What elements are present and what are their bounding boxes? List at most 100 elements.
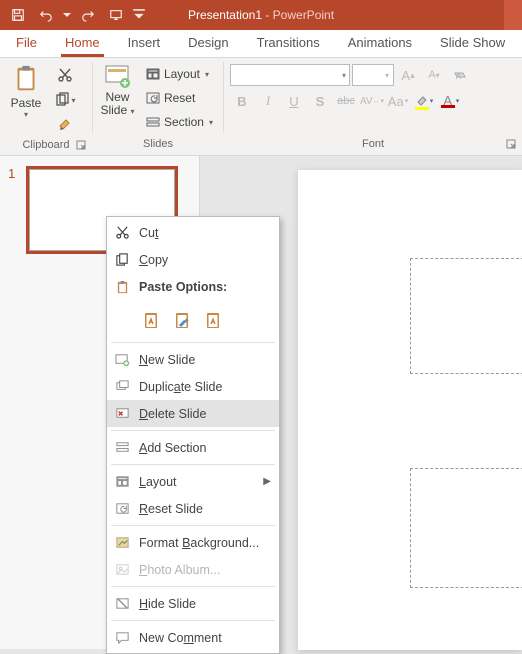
format-painter-icon [57,117,73,133]
menu-format-background[interactable]: Format Background... [107,529,279,556]
clear-formatting-button[interactable]: A [448,64,472,86]
tab-transitions[interactable]: Transitions [243,29,334,57]
ribbon-tabs: File Home Insert Design Transitions Anim… [0,30,522,58]
photo-album-icon [113,561,131,579]
menu-delete-slide[interactable]: Delete Slide [107,400,279,427]
slide-canvas[interactable] [298,170,522,650]
font-highlight-button[interactable]: ▾ [412,90,436,112]
document-name: Presentation1 [188,8,262,22]
clipboard-picture-icon [204,311,224,331]
bold-button[interactable]: B [230,90,254,112]
paste-picture[interactable] [201,308,227,334]
group-clipboard: Paste ▾ ▾ Clipboard [0,58,92,155]
font-color-button[interactable]: A▾ [438,90,462,112]
font-name-combo[interactable]: ▾ [230,64,350,86]
group-slides: NewSlide ▾ Layout▾ Reset Section▾ Slides [93,58,223,155]
hide-slide-icon [113,595,131,613]
menu-cut[interactable]: Cut [107,219,279,246]
section-button[interactable]: Section▾ [142,111,217,133]
tab-design[interactable]: Design [174,29,242,57]
font-size-combo[interactable]: ▾ [352,64,394,86]
reset-icon [113,500,131,518]
new-slide-icon [103,62,131,90]
strikethrough-button[interactable]: abc [334,90,358,112]
ribbon: Paste ▾ ▾ Clipboard NewSlide ▾ Layout▾ R… [0,58,522,156]
menu-new-comment[interactable]: New Comment [107,624,279,651]
tab-slideshow[interactable]: Slide Show [426,29,519,57]
menu-layout[interactable]: Layout ▶ [107,468,279,495]
layout-icon [113,473,131,491]
copy-icon [54,92,70,108]
highlight-icon [415,93,429,107]
undo-icon[interactable] [34,3,58,27]
group-label-slides: Slides [93,135,223,155]
group-label-font: Font [224,135,522,155]
app-name: PowerPoint [273,8,334,22]
qat-customize-icon[interactable] [132,3,146,27]
reset-button[interactable]: Reset [142,87,217,109]
clipboard-brush-icon [173,311,193,331]
eraser-icon: A [453,68,467,82]
tab-home[interactable]: Home [51,29,114,57]
slide-context-menu: Cut Copy Paste Options: New Slide Duplic… [106,216,280,654]
reset-icon [146,91,160,105]
format-painter-button[interactable] [52,114,78,136]
group-font: ▾ ▾ A▴ A▾ A B I U S abc AV↔▾ Aa▾ ▾ A▾ Fo… [224,58,522,155]
title-bar: Presentation1 - PowerPoint [0,0,522,30]
new-slide-icon [113,351,131,369]
start-from-beginning-icon[interactable] [104,3,128,27]
quick-access-toolbar [6,3,146,27]
duplicate-icon [113,378,131,396]
tab-animations[interactable]: Animations [334,29,426,57]
clipboard-icon [113,278,131,296]
menu-reset-slide[interactable]: Reset Slide [107,495,279,522]
menu-duplicate-slide[interactable]: Duplicate Slide [107,373,279,400]
increase-font-button[interactable]: A▴ [396,64,420,86]
clipboard-theme-icon [142,311,162,331]
comment-icon [113,629,131,647]
chevron-right-icon: ▶ [263,476,271,487]
text-shadow-button[interactable]: S [308,90,332,112]
cut-button[interactable] [52,64,78,86]
dialog-launcher-icon[interactable] [74,138,88,152]
title-placeholder[interactable] [410,258,522,374]
save-icon[interactable] [6,3,30,27]
menu-new-slide[interactable]: New Slide [107,346,279,373]
menu-add-section[interactable]: Add Section [107,434,279,461]
change-case-button[interactable]: Aa▾ [386,90,410,112]
paste-label: Paste [11,96,42,110]
menu-copy[interactable]: Copy [107,246,279,273]
italic-button[interactable]: I [256,90,280,112]
menu-paste-options: Paste Options: [107,273,279,339]
copy-button[interactable]: ▾ [52,89,78,111]
chevron-down-icon: ▾ [24,110,28,119]
paste-keep-source-formatting[interactable] [170,308,196,334]
paste-use-destination-theme[interactable] [139,308,165,334]
dialog-launcher-icon[interactable] [504,137,518,151]
tab-insert[interactable]: Insert [114,29,175,57]
redo-icon[interactable] [76,3,100,27]
delete-slide-icon [113,405,131,423]
char-spacing-button[interactable]: AV↔▾ [360,90,384,112]
menu-photo-album: Photo Album... [107,556,279,583]
layout-button[interactable]: Layout▾ [142,63,217,85]
paste-button[interactable]: Paste ▾ [6,62,46,119]
menu-hide-slide[interactable]: Hide Slide [107,590,279,617]
format-background-icon [113,534,131,552]
new-slide-button[interactable]: NewSlide ▾ [99,62,136,117]
svg-text:A: A [456,72,462,81]
title-right-edge [504,0,522,30]
subtitle-placeholder[interactable] [410,468,522,588]
copy-icon [113,251,131,269]
section-icon [113,439,131,457]
group-label-clipboard: Clipboard [0,136,92,155]
scissors-icon [57,67,73,83]
underline-button[interactable]: U [282,90,306,112]
scissors-icon [113,224,131,242]
decrease-font-button[interactable]: A▾ [422,64,446,86]
tab-file[interactable]: File [2,29,51,57]
undo-dropdown-icon[interactable] [62,3,72,27]
slide-number: 1 [8,166,20,254]
clipboard-icon [11,64,41,94]
section-icon [146,115,160,129]
